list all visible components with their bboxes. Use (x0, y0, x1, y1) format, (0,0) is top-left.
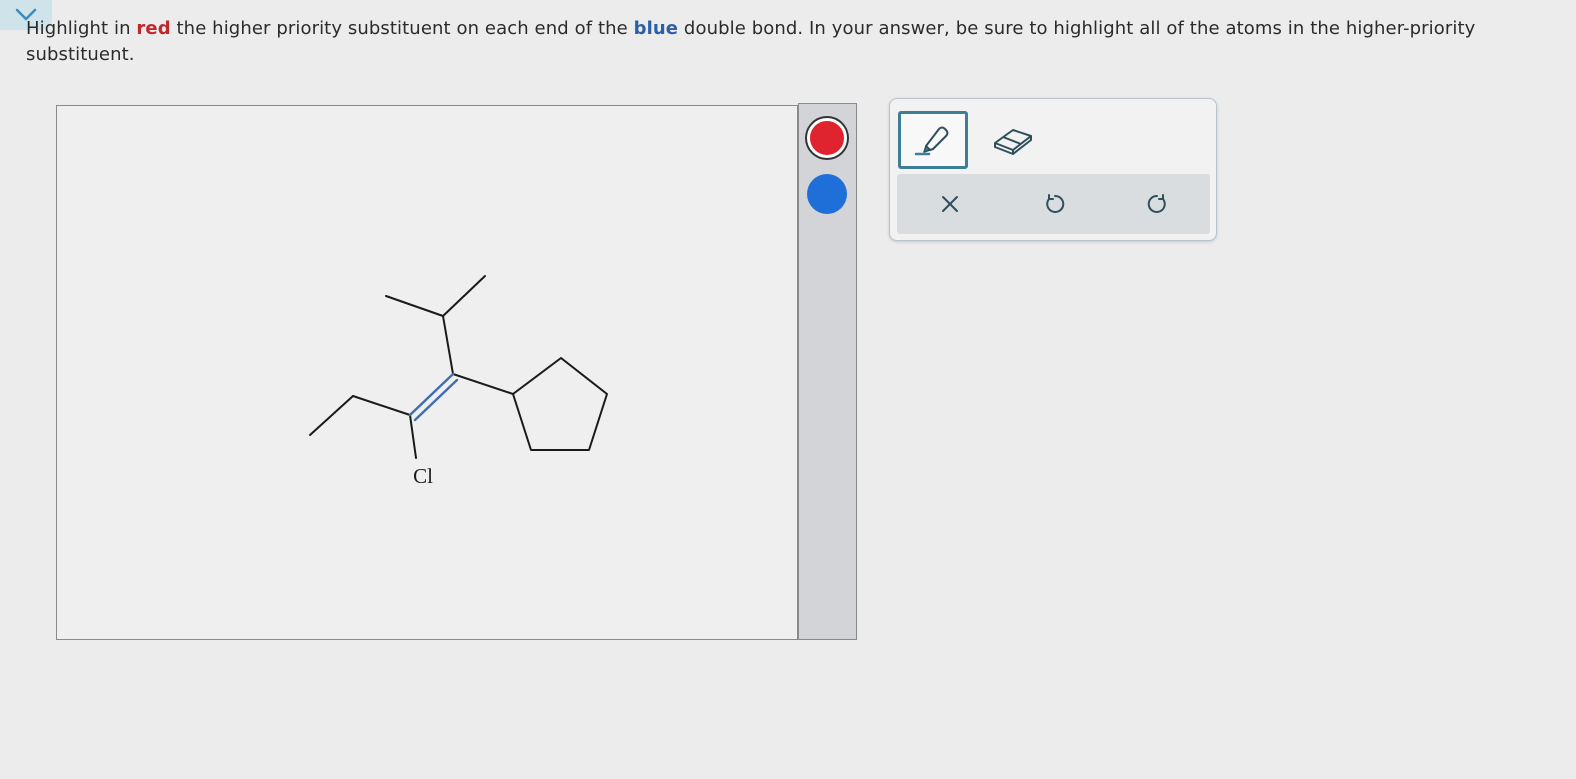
instructions-text-2: the higher priority substituent on each … (170, 18, 634, 39)
highlighter-icon (914, 126, 949, 156)
redo-button[interactable] (1133, 179, 1183, 229)
color-palette (798, 103, 857, 640)
double-bond-line-1[interactable] (408, 372, 455, 417)
clear-button[interactable] (925, 179, 975, 229)
clear-icon (942, 196, 958, 212)
bond-ethyl-outer[interactable] (309, 395, 354, 436)
bond-isopropyl-left[interactable] (385, 295, 444, 317)
bond-to-cyclopentyl[interactable] (452, 373, 514, 395)
bond-carbon-chlorine[interactable] (409, 414, 417, 459)
blue-color-swatch[interactable] (807, 174, 847, 214)
bond-isopropyl-right[interactable] (442, 275, 486, 317)
instructions-blue-word: blue (633, 18, 679, 39)
drawing-canvas[interactable]: Cl (56, 105, 798, 640)
bond-ethyl-inner[interactable] (352, 395, 411, 416)
redo-icon (1147, 194, 1166, 213)
chlorine-atom-label[interactable]: Cl (413, 464, 433, 488)
molecule-structure[interactable]: Cl (57, 106, 797, 639)
cyclopentane-ring[interactable] (512, 357, 608, 451)
instructions-red-word: red (136, 18, 171, 39)
question-instructions: Highlight in red the higher priority sub… (26, 16, 1556, 68)
undo-button[interactable] (1029, 179, 1079, 229)
instructions-text-1: Highlight in (26, 18, 137, 39)
eraser-icon (994, 129, 1032, 155)
actions-bar (897, 174, 1210, 234)
eraser-tool-button[interactable] (988, 115, 1038, 165)
undo-icon (1046, 194, 1065, 213)
bond-isopropyl-stem[interactable] (442, 315, 454, 375)
red-color-swatch[interactable] (807, 118, 847, 158)
highlighter-tool-button[interactable] (898, 111, 968, 169)
toolbox (889, 98, 1217, 241)
double-bond-line-2[interactable] (413, 378, 459, 422)
